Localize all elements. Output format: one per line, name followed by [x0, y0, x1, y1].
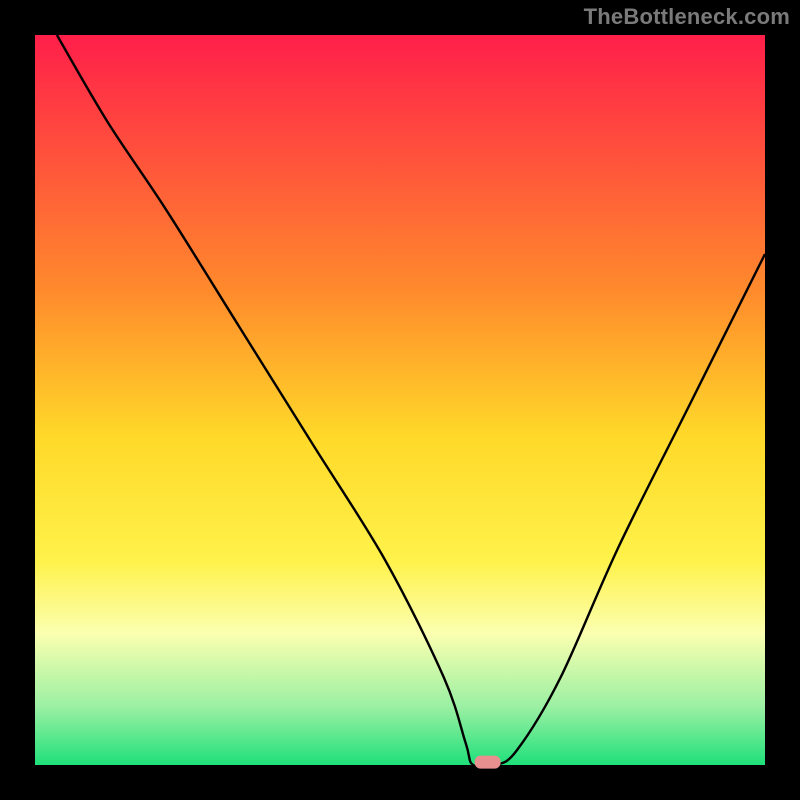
watermark-text: TheBottleneck.com — [584, 4, 790, 30]
chart-container: TheBottleneck.com — [0, 0, 800, 800]
bottleneck-chart — [0, 0, 800, 800]
optimal-marker — [475, 756, 501, 769]
plot-area — [35, 35, 765, 765]
